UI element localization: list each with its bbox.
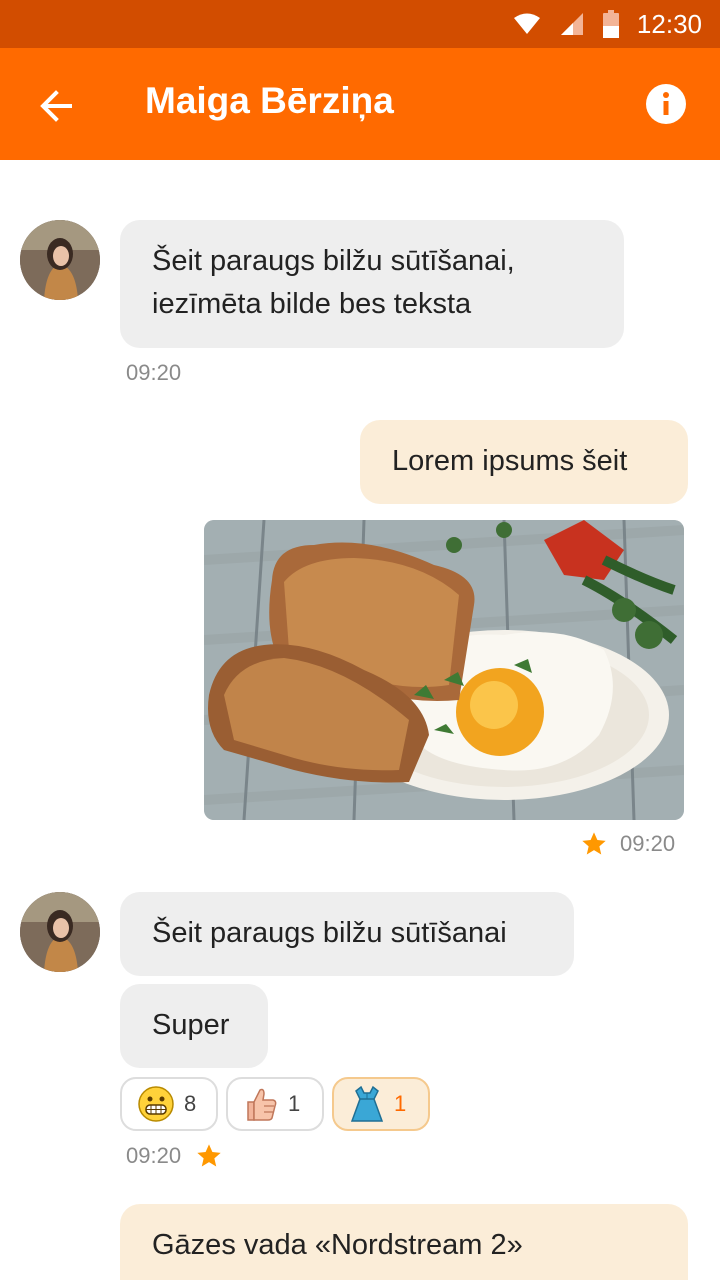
- star-icon[interactable]: [195, 1142, 223, 1170]
- message-bubble[interactable]: Šeit paraugs bilžu sūtīšanai: [120, 892, 574, 976]
- info-button[interactable]: [638, 76, 694, 132]
- message-bubble[interactable]: Šeit paraugs bilžu sūtīšanai, iezīmēta b…: [120, 220, 624, 348]
- avatar-image: [20, 220, 100, 300]
- reaction-count: 1: [394, 1091, 407, 1116]
- reaction-grinning[interactable]: 8: [120, 1077, 218, 1131]
- message-bubble[interactable]: Super: [120, 984, 268, 1068]
- app-bar: Maiga Bērziņa: [0, 48, 720, 160]
- message-bubble[interactable]: Gāzes vada «Nordstream 2»: [120, 1204, 688, 1280]
- dress-icon: [350, 1085, 384, 1122]
- reaction-thumbs-up[interactable]: 1: [226, 1077, 324, 1131]
- message-meta: 09:20: [126, 1142, 223, 1170]
- reaction-dress[interactable]: 1: [332, 1077, 430, 1131]
- photo-meta: 09:20: [580, 830, 675, 858]
- message-time: 09:20: [126, 360, 182, 385]
- toast-and-egg-photo: [204, 520, 684, 820]
- reaction-count: 1: [288, 1091, 301, 1116]
- grinning-face-icon: [138, 1086, 174, 1122]
- message-time: 09:20: [126, 1143, 182, 1168]
- info-icon: [646, 84, 686, 124]
- star-icon[interactable]: [580, 830, 608, 858]
- back-button[interactable]: [28, 78, 84, 134]
- message-time: 09:20: [620, 831, 676, 856]
- wifi-icon: [513, 13, 540, 34]
- status-bar: 12:30: [0, 0, 720, 48]
- arrow-left-icon: [40, 90, 72, 122]
- thumbs-up-icon: [247, 1088, 277, 1121]
- avatar[interactable]: [20, 892, 100, 972]
- conversation-title: Maiga Bērziņa: [145, 80, 394, 121]
- battery-icon: [602, 10, 619, 38]
- message-photo[interactable]: [204, 520, 684, 820]
- status-time: 12:30: [636, 8, 702, 39]
- avatar-image: [20, 892, 100, 972]
- avatar[interactable]: [20, 220, 100, 300]
- status-icons: 12:30: [513, 8, 702, 39]
- reaction-count: 8: [184, 1091, 197, 1116]
- cell-signal-icon: [560, 13, 583, 35]
- message-bubble[interactable]: Lorem ipsums šeit: [360, 420, 688, 504]
